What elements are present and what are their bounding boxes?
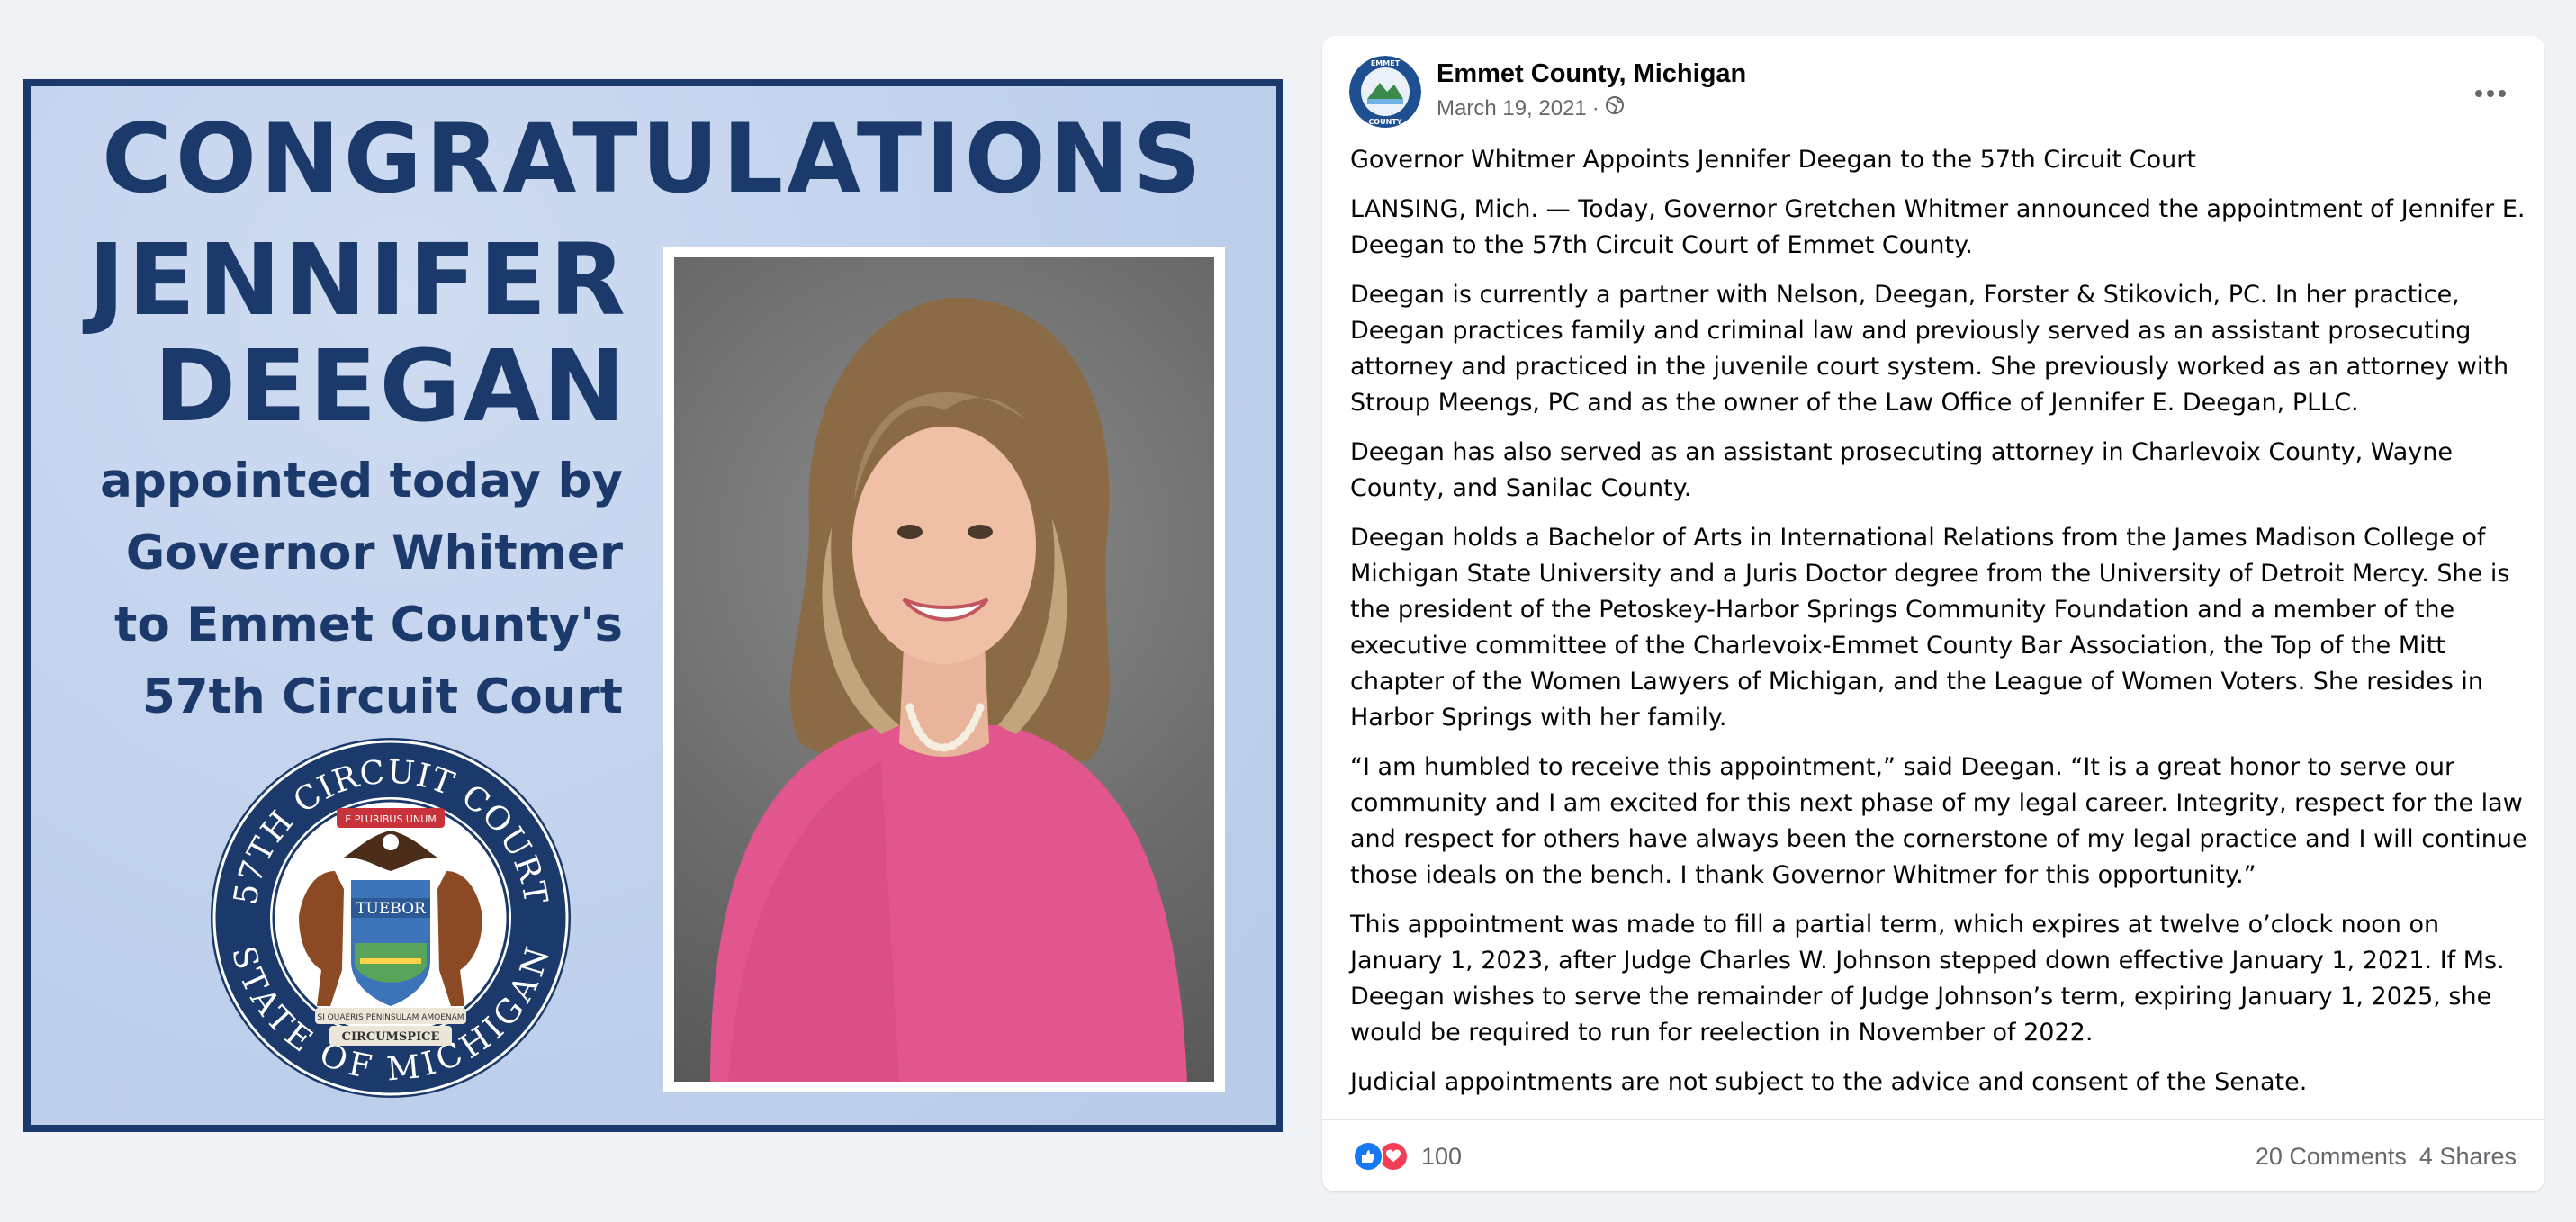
page-avatar[interactable]: EMMET COUNTY [1349,56,1421,128]
post-meta: March 19, 2021 · [1437,95,1625,121]
portrait-frame [663,247,1225,1092]
post-paragraph: “I am humbled to receive this appointmen… [1350,753,2527,889]
like-reaction-icon [1353,1141,1383,1172]
emmet-county-logo-icon: EMMET COUNTY [1349,56,1421,128]
post-paragraph: Deegan is currently a partner with Nelso… [1350,281,2509,417]
graphic-line-2: Governor Whitmer [125,526,623,580]
reaction-count: 100 [1421,1142,1463,1170]
circuit-court-seal: 57TH CIRCUIT COURT STATE OF MICHIGAN E P… [209,736,572,1100]
avatar-text-bottom: COUNTY [1368,118,1401,126]
comments-count-link[interactable]: 20 Comments [2256,1143,2407,1171]
post-paragraph: Governor Whitmer Appoints Jennifer Deega… [1350,146,2196,174]
post-paragraph: This appointment was made to fill a part… [1350,911,2505,1047]
meta-separator: · [1591,95,1599,121]
post-body: Governor Whitmer Appoints Jennifer Deega… [1350,142,2529,1114]
seal-ribbon-mid: SI QUAERIS PENINSULAM AMOENAM [317,1013,464,1022]
more-options-icon [2475,90,2482,97]
globe-icon[interactable] [1605,95,1625,121]
post-paragraph: Deegan holds a Bachelor of Arts in Inter… [1350,524,2510,732]
more-options-button[interactable] [2469,72,2512,115]
portrait-illustration [710,297,1187,1082]
facebook-post: EMMET COUNTY Emmet County, Michigan Marc… [1322,36,2544,1191]
seal-icon: 57TH CIRCUIT COURT STATE OF MICHIGAN E P… [211,738,571,1098]
portrait-photo [674,257,1214,1082]
graphic-last-name: DEEGAN [153,328,628,444]
seal-ribbon-top: E PLURIBUS UNUM [345,813,437,825]
post-date[interactable]: March 19, 2021 [1437,96,1587,121]
seal-ribbon-bottom: CIRCUMSPICE [342,1030,440,1044]
footer-divider [1322,1119,2544,1120]
engagement-counts: 20 Comments 4 Shares [2256,1143,2517,1171]
avatar-text-top: EMMET [1371,59,1401,67]
post-paragraph: Deegan has also served as an assistant p… [1350,438,2453,502]
graphic-line-4: 57th Circuit Court [141,669,623,724]
shares-count-link[interactable]: 4 Shares [2419,1143,2517,1171]
seal-shield-text: TUEBOR [356,900,427,918]
post-paragraph: Judicial appointments are not subject to… [1350,1068,2308,1096]
page-name-link[interactable]: Emmet County, Michigan [1437,59,1746,89]
reactions-summary[interactable]: 100 [1353,1141,1462,1172]
graphic-headline: CONGRATULATIONS [102,103,1205,214]
graphic-line-3: to Emmet County's [113,598,623,652]
graphic-line-1: appointed today by [100,454,623,508]
congratulations-graphic[interactable]: CONGRATULATIONS JENNIFER DEEGAN appointe… [23,79,1283,1132]
post-paragraph: LANSING, Mich. — Today, Governor Gretche… [1350,195,2526,259]
graphic-first-name: JENNIFER [87,222,628,337]
